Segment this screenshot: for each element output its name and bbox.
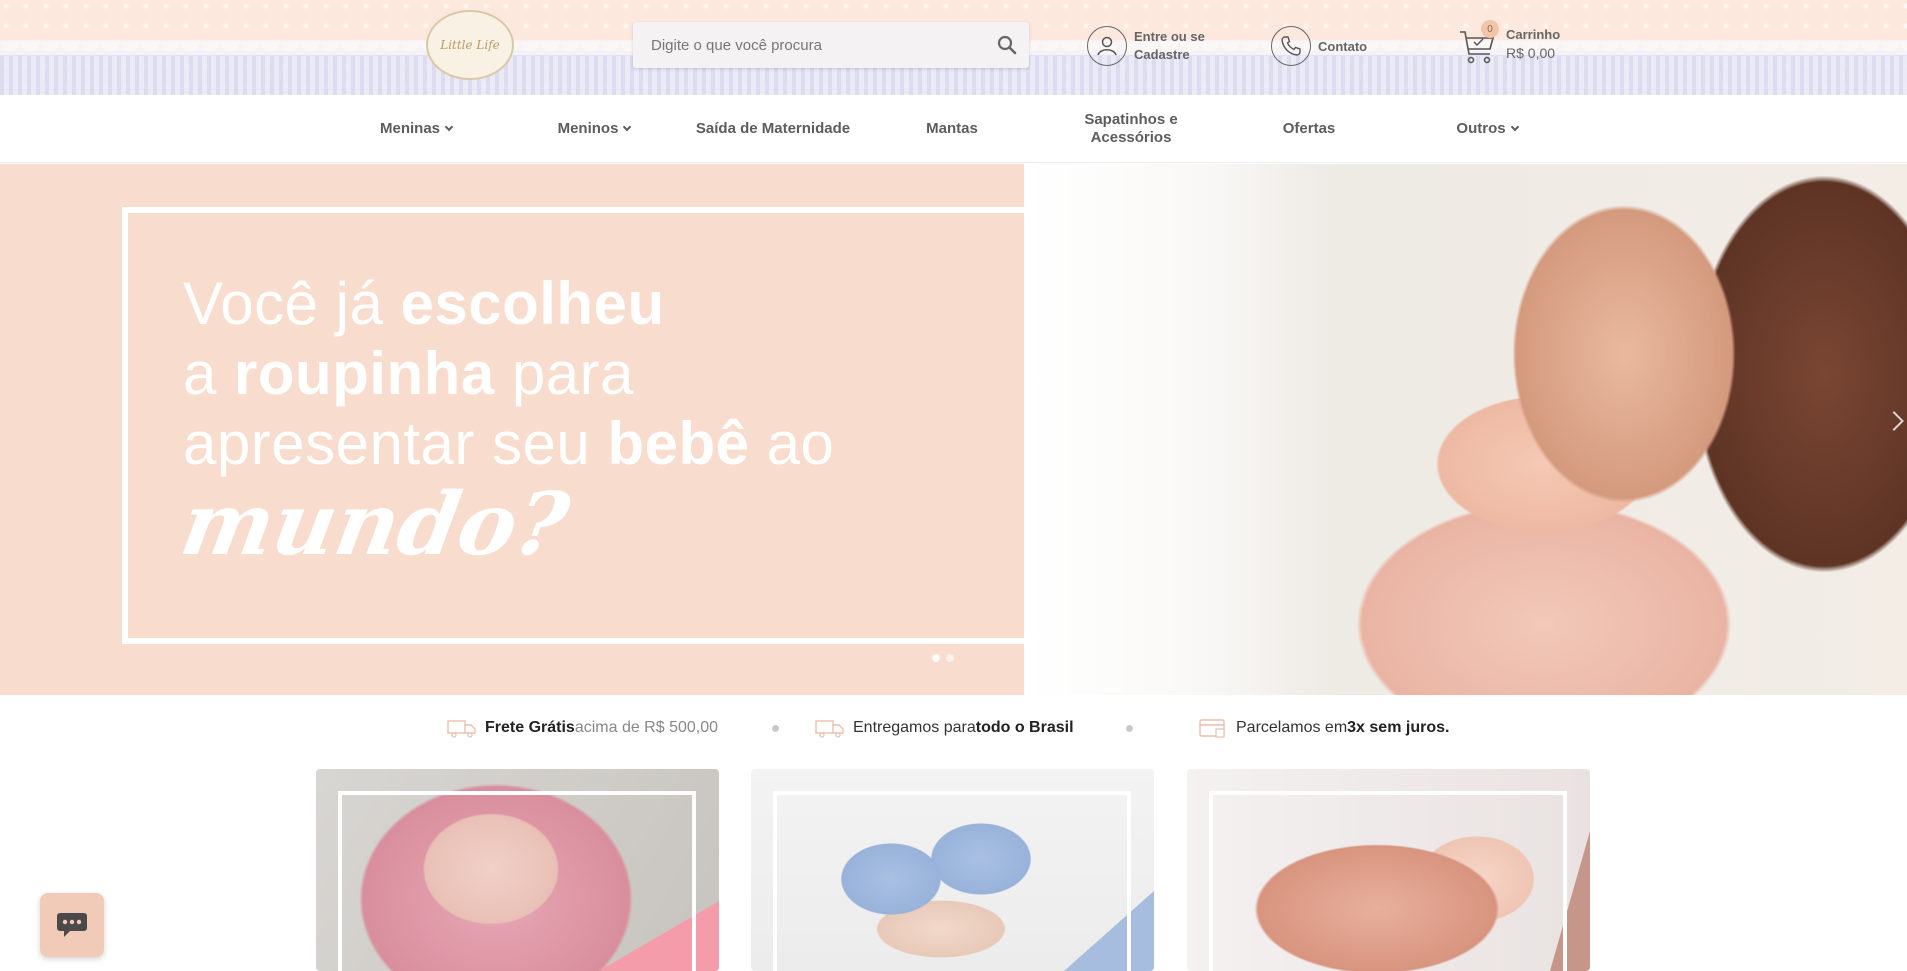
nav-label-line2: Acessórios	[1090, 129, 1172, 146]
card-frame	[1209, 791, 1567, 971]
hero-text-segment: ao	[749, 410, 835, 477]
category-card-meninas[interactable]	[316, 769, 719, 971]
card-icon	[1199, 719, 1225, 738]
cart-label: Carrinho	[1506, 27, 1561, 42]
category-card-hands[interactable]	[1187, 769, 1590, 971]
nav-label: Meninos	[557, 120, 619, 137]
benefit-bold: 3x sem juros.	[1347, 719, 1450, 736]
chat-button[interactable]	[40, 893, 104, 957]
nav-item-sapatinhos[interactable]: Sapatinhos e Acessórios	[1060, 95, 1202, 163]
hero-text-segment: para	[494, 340, 634, 407]
search-icon[interactable]	[997, 35, 1017, 55]
logo-text: Little Life	[440, 38, 500, 52]
search-input[interactable]	[633, 36, 973, 54]
hero-text-bold: roupinha	[234, 340, 495, 407]
chat-bubble-icon	[57, 913, 87, 937]
search-box	[633, 22, 1029, 68]
contact-link[interactable]: Contato	[1271, 26, 1367, 66]
nav-item-outros[interactable]: Outros	[1437, 95, 1537, 163]
hero-text-segment: Você já	[183, 270, 401, 337]
hero-text-panel: Você já escolheu a roupinha para apresen…	[0, 164, 1042, 695]
hero-photo-glow	[1024, 164, 1324, 695]
nav-label: Outros	[1456, 120, 1506, 137]
contact-label: Contato	[1318, 38, 1368, 54]
header-bar: Little Life Entre ou se Cadastre Contato	[0, 0, 1907, 95]
card-frame	[338, 791, 696, 971]
carousel-dot-2[interactable]	[946, 654, 954, 662]
truck-icon	[447, 720, 476, 738]
benefit-text: Entregamos para	[853, 719, 976, 736]
hero-text-segment: a	[183, 340, 235, 407]
card-frame	[773, 791, 1131, 971]
hero-text-bold: escolheu	[400, 270, 665, 337]
nav-label: Ofertas	[1282, 120, 1336, 137]
chevron-down-icon	[1510, 122, 1519, 132]
benefit-free-shipping: Frete Grátis acima de R$ 500,00	[447, 710, 718, 746]
cart-icon: 0	[1458, 20, 1499, 66]
nav-item-ofertas[interactable]: Ofertas	[1259, 95, 1359, 163]
main-nav: Meninas Meninos Saída de Maternidade Man…	[0, 95, 1907, 163]
nav-label: Saída de Maternidade	[695, 120, 851, 137]
account-label-1: Entre ou se	[1134, 29, 1205, 44]
benefit-installments: Parcelamos em 3x sem juros.	[1198, 710, 1449, 746]
nav-item-meninos[interactable]: Meninos	[544, 95, 644, 163]
hero-headline: Você já escolheu a roupinha para apresen…	[183, 269, 834, 479]
account-link[interactable]: Entre ou se Cadastre	[1087, 26, 1224, 66]
hero-banner[interactable]: Você já escolheu a roupinha para apresen…	[0, 164, 1907, 695]
nav-label: Meninas	[379, 120, 440, 137]
logo[interactable]: Little Life	[426, 10, 514, 80]
benefits-bar: Frete Grátis acima de R$ 500,00 Entregam…	[0, 710, 1907, 746]
benefit-text: acima de R$ 500,00	[574, 719, 719, 736]
cart-count-badge: 0	[1481, 20, 1499, 38]
truck-icon	[815, 720, 844, 738]
benefit-delivery-brasil: Entregamos para todo o Brasil	[815, 710, 1074, 746]
hero-text-bold: bebê	[607, 410, 750, 477]
nav-item-saida-maternidade[interactable]: Saída de Maternidade	[688, 95, 858, 163]
nav-item-meninas[interactable]: Meninas	[366, 95, 466, 163]
benefit-bold: Frete Grátis	[485, 719, 575, 736]
cart-link[interactable]: 0 Carrinho R$ 0,00	[1458, 20, 1561, 66]
benefit-bold: todo o Brasil	[975, 719, 1074, 736]
user-icon	[1087, 26, 1127, 66]
phone-icon	[1271, 26, 1311, 66]
carousel-dots	[932, 654, 954, 662]
carousel-dot-1[interactable]	[932, 654, 940, 662]
nav-label: Mantas	[926, 120, 978, 137]
benefit-separator	[772, 725, 779, 732]
hero-photo-mother-baby	[1024, 164, 1907, 695]
account-label-2: Cadastre	[1134, 47, 1190, 62]
hero-text-segment: apresentar seu	[183, 410, 608, 477]
chevron-down-icon	[623, 122, 632, 132]
benefit-separator	[1126, 725, 1133, 732]
benefit-text: Parcelamos em	[1236, 719, 1348, 736]
nav-label: Sapatinhos e	[1084, 111, 1178, 128]
cart-total: R$ 0,00	[1506, 45, 1556, 61]
nav-item-mantas[interactable]: Mantas	[902, 95, 1002, 163]
category-card-meninos[interactable]	[751, 769, 1154, 971]
hero-script-word: mundo?	[174, 474, 576, 575]
chevron-down-icon	[444, 122, 454, 132]
